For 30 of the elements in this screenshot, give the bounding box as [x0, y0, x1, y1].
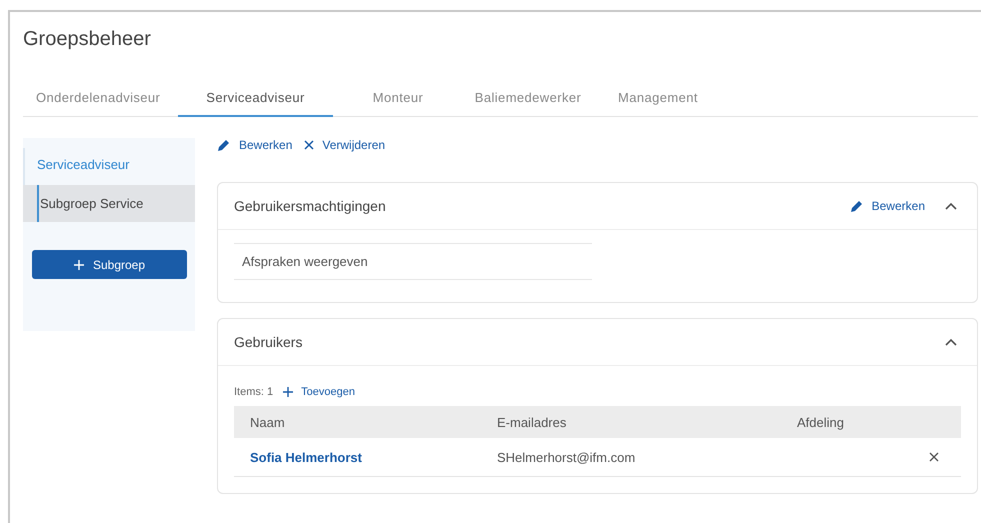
table-cell-text: SHelmerhorst@ifm.com	[497, 450, 636, 464]
chevron-icon	[945, 202, 957, 210]
permission-item: Afspraken weergeven	[234, 243, 592, 280]
tab[interactable]: Baliemedewerker	[463, 82, 593, 117]
column-header: Afdeling	[797, 414, 845, 430]
chevron-icon	[945, 338, 957, 346]
close-icon	[929, 452, 939, 462]
tab[interactable]: Onderdelenadviseur	[23, 82, 178, 117]
delete-button[interactable]: Verwijderen	[304, 138, 386, 152]
add-button[interactable]: Toevoegen	[283, 386, 355, 398]
card-title: Gebruikers	[234, 334, 304, 350]
edit-button[interactable]: Bewerken	[850, 199, 925, 213]
plus-icon	[74, 260, 84, 270]
remove-button[interactable]	[927, 450, 941, 464]
tab[interactable]: Management	[593, 82, 723, 117]
close-icon	[304, 140, 314, 150]
tab[interactable]: Monteur	[333, 82, 463, 117]
column-header: E-mailadres	[497, 414, 568, 430]
pencil-icon	[850, 199, 864, 213]
user-name-link[interactable]: Sofia Helmerhorst	[234, 450, 497, 464]
sidebar-item[interactable]: Subgroep Service	[23, 185, 195, 222]
tab[interactable]: Serviceadviseur	[178, 82, 333, 117]
item-count: Items: 1	[234, 386, 274, 398]
card-title: Gebruikersmachtigingen	[234, 198, 387, 214]
page-title: Groepsbeheer	[23, 28, 152, 52]
edit-button[interactable]: Bewerken	[217, 138, 292, 152]
add-subgroup-button[interactable]: Subgroep	[32, 250, 187, 279]
pencil-icon	[217, 138, 231, 152]
plus-icon	[283, 387, 294, 397]
column-header: Naam	[249, 414, 286, 430]
